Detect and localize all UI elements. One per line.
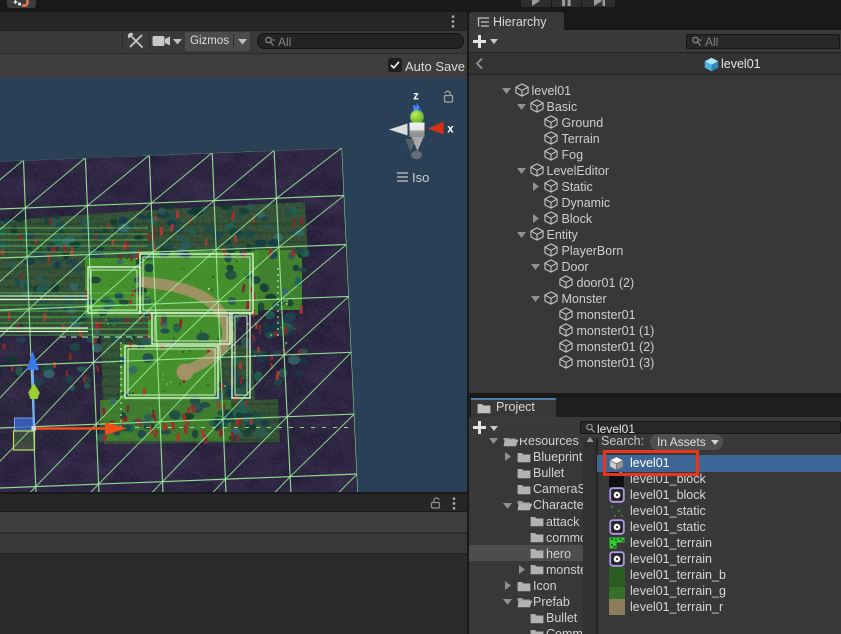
svg-text:Iso: Iso [412,170,429,185]
svg-text:z: z [413,91,419,103]
svg-text:x: x [447,124,454,136]
